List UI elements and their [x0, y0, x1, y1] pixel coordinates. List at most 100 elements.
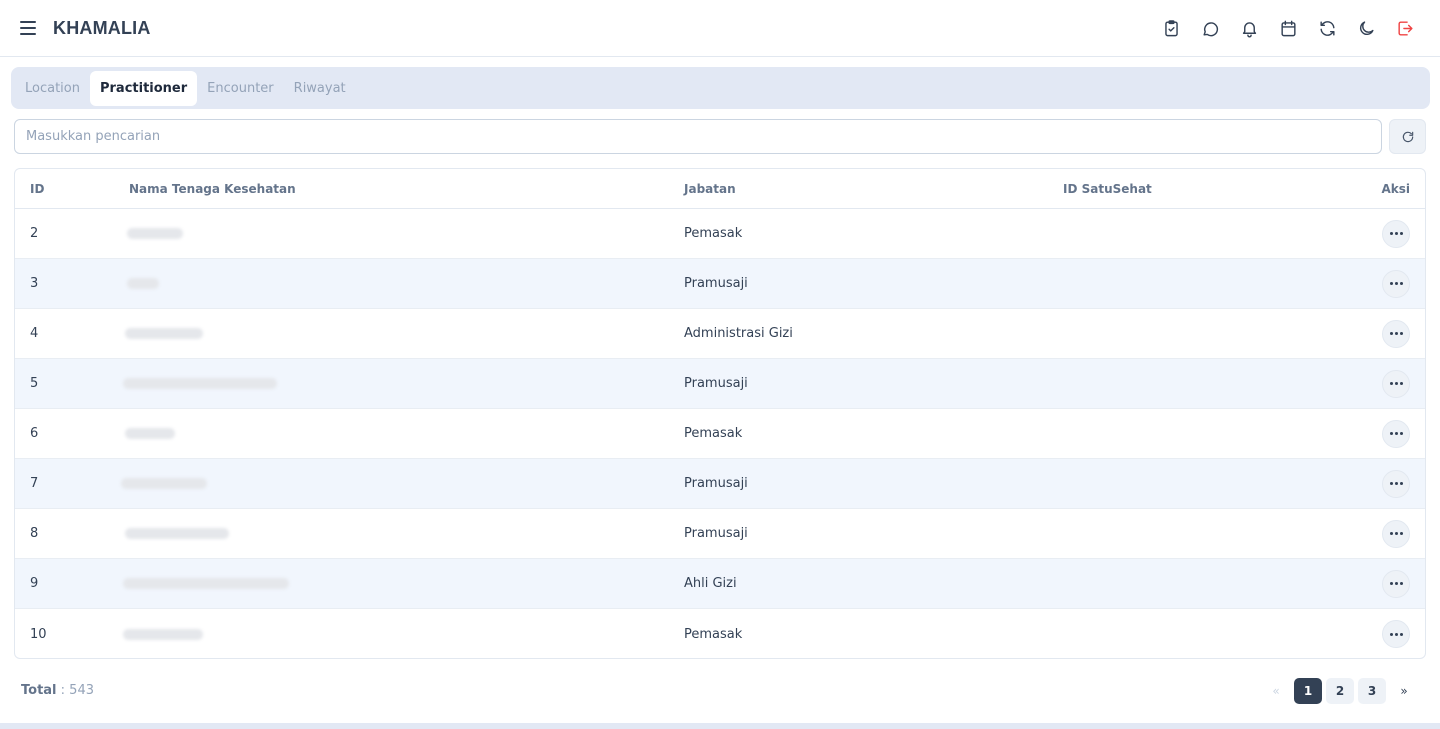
cell-job: Pramusaji	[684, 476, 748, 491]
tab-encounter[interactable]: Encounter	[197, 71, 283, 106]
cell-id: 6	[30, 426, 39, 441]
row-actions-button[interactable]	[1382, 369, 1410, 398]
page-button-2[interactable]: 2	[1326, 678, 1354, 704]
refresh-icon[interactable]	[1314, 16, 1340, 42]
header-job: Jabatan	[684, 181, 736, 196]
row-actions-button[interactable]	[1382, 419, 1410, 448]
cell-job: Pemasak	[684, 626, 743, 642]
cell-action	[1345, 419, 1425, 448]
header-satusehat: ID SatuSehat	[1063, 181, 1152, 196]
cell-id: 7	[30, 476, 39, 491]
pagination: « 1 2 3 »	[1262, 678, 1418, 704]
redacted-name	[125, 528, 229, 539]
cell-job: Pramusaji	[684, 376, 748, 391]
row-actions-button[interactable]	[1382, 569, 1410, 598]
row-actions-button[interactable]	[1382, 620, 1410, 648]
redacted-name	[125, 328, 203, 339]
page-button-1[interactable]: 1	[1294, 678, 1322, 704]
cell-action	[1345, 519, 1425, 548]
header-actions	[1158, 0, 1418, 57]
cell-name	[123, 376, 684, 391]
cell-action	[1345, 319, 1425, 348]
table-header: ID Nama Tenaga Kesehatan Jabatan ID Satu…	[15, 169, 1425, 209]
table-row: 3 Pramusaji	[15, 259, 1425, 309]
app-title: KHAMALIA	[53, 17, 151, 38]
page-button-3[interactable]: 3	[1358, 678, 1386, 704]
table-row: 10 Pemasak	[15, 609, 1425, 658]
redacted-name	[127, 228, 183, 239]
header-id: ID	[30, 181, 45, 196]
cell-job: Pemasak	[684, 426, 743, 441]
cell-id: 2	[30, 226, 39, 241]
table-body: 2 Pemasak 3 Pramusaji 4 Administrasi Gizi 5 Pra…	[15, 209, 1425, 658]
cell-id: 3	[30, 276, 39, 291]
bottom-bar	[0, 723, 1440, 729]
redacted-name	[123, 378, 277, 389]
tab-bar: Location Practitioner Encounter Riwayat	[11, 67, 1430, 109]
refresh-icon	[1402, 131, 1413, 142]
search-input[interactable]	[14, 119, 1382, 154]
cell-name	[127, 276, 684, 291]
cell-job: Pramusaji	[684, 526, 748, 541]
redacted-name	[127, 278, 159, 289]
cell-name	[123, 576, 684, 591]
header-name: Nama Tenaga Kesehatan	[129, 181, 296, 196]
tab-riwayat[interactable]: Riwayat	[284, 71, 356, 106]
cell-action	[1345, 620, 1425, 648]
total-value: : 543	[60, 683, 94, 698]
table-row: 4 Administrasi Gizi	[15, 309, 1425, 359]
redacted-name	[121, 478, 207, 489]
table-row: 5 Pramusaji	[15, 359, 1425, 409]
clipboard-check-icon[interactable]	[1158, 16, 1184, 42]
cell-id: 9	[30, 576, 39, 591]
cell-name	[123, 627, 684, 642]
chat-icon[interactable]	[1197, 16, 1223, 42]
prev-page-button[interactable]: «	[1262, 678, 1290, 704]
total-count: Total : 543	[21, 683, 94, 698]
cell-job: Administrasi Gizi	[684, 326, 793, 341]
cell-job: Ahli Gizi	[684, 576, 737, 591]
tab-location[interactable]: Location	[15, 71, 90, 106]
redacted-name	[125, 428, 175, 439]
top-bar: KHAMALIA	[0, 0, 1440, 57]
cell-action	[1345, 569, 1425, 598]
cell-id: 4	[30, 326, 39, 341]
row-actions-button[interactable]	[1382, 319, 1410, 348]
calendar-icon[interactable]	[1275, 16, 1301, 42]
cell-name	[125, 426, 684, 441]
table-row: 9 Ahli Gizi	[15, 559, 1425, 609]
search-row	[14, 119, 1426, 154]
total-label: Total	[21, 683, 57, 698]
practitioner-table: ID Nama Tenaga Kesehatan Jabatan ID Satu…	[14, 168, 1426, 659]
cell-id: 10	[30, 626, 47, 642]
menu-icon[interactable]	[20, 21, 36, 35]
tab-practitioner[interactable]: Practitioner	[89, 70, 198, 106]
table-row: 7 Pramusaji	[15, 459, 1425, 509]
row-actions-button[interactable]	[1382, 219, 1410, 248]
table-row: 2 Pemasak	[15, 209, 1425, 259]
row-actions-button[interactable]	[1382, 269, 1410, 298]
row-actions-button[interactable]	[1382, 469, 1410, 498]
cell-action	[1345, 269, 1425, 298]
cell-action	[1345, 369, 1425, 398]
logout-icon[interactable]	[1392, 16, 1418, 42]
refresh-button[interactable]	[1389, 119, 1426, 154]
next-page-button[interactable]: »	[1390, 678, 1418, 704]
header-action: Aksi	[1381, 181, 1410, 196]
cell-name	[125, 526, 684, 541]
cell-name	[125, 326, 684, 341]
cell-job: Pramusaji	[684, 276, 748, 291]
row-actions-button[interactable]	[1382, 519, 1410, 548]
cell-job: Pemasak	[684, 226, 743, 241]
redacted-name	[123, 578, 289, 589]
cell-action	[1345, 219, 1425, 248]
moon-icon[interactable]	[1353, 16, 1379, 42]
cell-name	[127, 226, 684, 241]
table-row: 6 Pemasak	[15, 409, 1425, 459]
bell-icon[interactable]	[1236, 16, 1262, 42]
cell-action	[1345, 469, 1425, 498]
cell-id: 5	[30, 376, 39, 391]
cell-id: 8	[30, 526, 39, 541]
redacted-name	[123, 628, 203, 640]
table-row: 8 Pramusaji	[15, 509, 1425, 559]
